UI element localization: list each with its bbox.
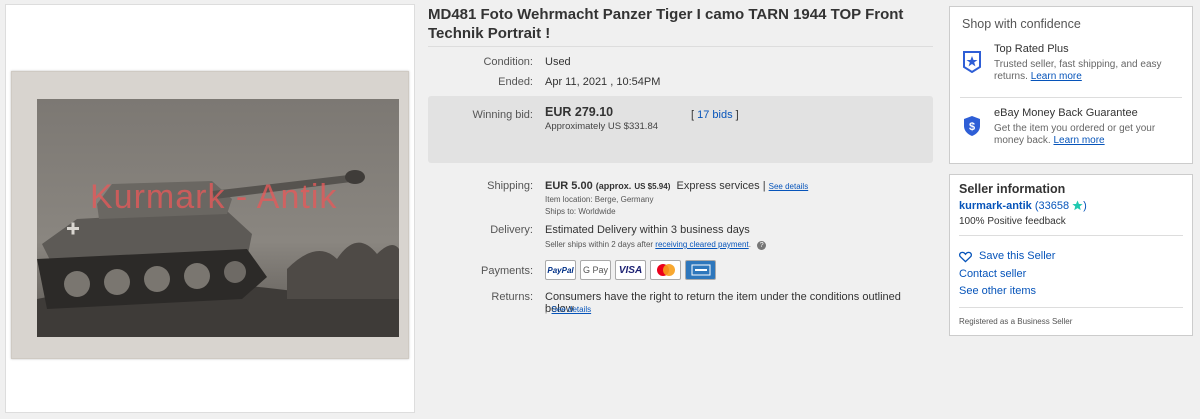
- google-pay-icon: G Pay: [580, 260, 611, 280]
- shop-divider: [960, 97, 1182, 98]
- winning-bid-value: EUR 279.10: [545, 105, 614, 119]
- amex-icon: [685, 260, 716, 280]
- help-icon[interactable]: ?: [757, 241, 767, 250]
- returns-separator: |: [545, 305, 548, 314]
- money-back-learn-more-link[interactable]: Learn more: [1053, 135, 1104, 146]
- seller-info-heading: Seller information: [959, 182, 1066, 196]
- ships-to: Ships to: Worldwide: [545, 207, 616, 216]
- money-back-shield-icon: $: [963, 115, 981, 142]
- contact-seller-link[interactable]: Contact seller: [959, 268, 1026, 280]
- winning-bid-label: Winning bid:: [472, 109, 533, 121]
- bids-link[interactable]: 17 bids: [697, 109, 732, 121]
- shop-with-confidence-panel: Shop with confidence Top Rated Plus Trus…: [949, 6, 1193, 164]
- shipping-service: Express services: [676, 180, 760, 192]
- delivery-note-end: .: [748, 240, 751, 249]
- bids-bracket-open: [: [691, 109, 695, 121]
- feedback-star-icon: [1072, 200, 1083, 214]
- seller-name-link[interactable]: kurmark-antik: [959, 200, 1032, 212]
- seller-information-panel: Seller information kurmark-antik (33658 …: [949, 174, 1193, 336]
- money-back-desc: Get the item you ordered or get your mon…: [994, 123, 1184, 147]
- ended-label: Ended:: [498, 76, 533, 88]
- photo-image: [37, 99, 399, 337]
- shipping-label: Shipping:: [487, 180, 533, 192]
- delivery-value: Estimated Delivery within 3 business day…: [545, 224, 750, 236]
- seller-score-end: ): [1083, 200, 1087, 212]
- shipping-cost: EUR 5.00: [545, 180, 593, 192]
- bids-bracket-close: ]: [735, 109, 739, 121]
- business-seller-note: Registered as a Business Seller: [959, 317, 1073, 326]
- see-other-items-link[interactable]: See other items: [959, 285, 1036, 297]
- watermark-text: Kurmark - Antik: [90, 178, 338, 216]
- payment-methods: PayPal G Pay VISA: [545, 260, 716, 280]
- seller-name-line: kurmark-antik (33658 ): [959, 200, 1087, 214]
- positive-feedback: 100% Positive feedback: [959, 216, 1066, 227]
- item-image-panel[interactable]: Kurmark - Antik: [5, 4, 415, 413]
- visa-icon: VISA: [615, 260, 646, 280]
- delivery-note-text: Seller ships within 2 days after: [545, 240, 654, 249]
- returns-see-details-link[interactable]: See details: [552, 305, 592, 314]
- mastercard-icon: [650, 260, 681, 280]
- delivery-note: Seller ships within 2 days after receivi…: [545, 240, 767, 250]
- item-photo[interactable]: Kurmark - Antik: [11, 71, 409, 359]
- money-back-title: eBay Money Back Guarantee: [994, 107, 1138, 119]
- top-rated-title: Top Rated Plus: [994, 43, 1069, 55]
- returns-value: Consumers have the right to return the i…: [545, 291, 901, 315]
- paypal-icon: PayPal: [545, 260, 576, 280]
- top-rated-badge-icon: [963, 51, 981, 78]
- shipping-line: EUR 5.00 (approx. US $5.94) Express serv…: [545, 180, 808, 192]
- svg-text:$: $: [969, 121, 975, 133]
- cleared-payment-link[interactable]: receiving cleared payment: [655, 240, 748, 249]
- shipping-approx-usd: US $5.94): [634, 182, 671, 191]
- title-divider: [428, 46, 933, 47]
- heart-icon[interactable]: [959, 250, 972, 268]
- delivery-label: Delivery:: [490, 224, 533, 236]
- item-location: Item location: Berge, Germany: [545, 195, 654, 204]
- save-seller-link[interactable]: Save this Seller: [979, 250, 1055, 262]
- shipping-approx-label: (approx.: [595, 181, 632, 191]
- winning-bid-box: [428, 96, 933, 163]
- shop-confidence-heading: Shop with confidence: [962, 17, 1081, 31]
- seller-divider-top: [959, 235, 1183, 236]
- winning-bid-approx: Approximately US $331.84: [545, 121, 659, 132]
- shipping-separator: |: [762, 180, 766, 192]
- returns-label: Returns:: [491, 291, 533, 303]
- ended-value: Apr 11, 2021 , 10:54PM: [545, 76, 661, 88]
- condition-label: Condition:: [483, 56, 533, 68]
- shipping-see-details-link[interactable]: See details: [769, 182, 809, 191]
- seller-divider-bottom: [959, 307, 1183, 308]
- top-rated-learn-more-link[interactable]: Learn more: [1031, 71, 1082, 82]
- condition-value: Used: [545, 56, 571, 68]
- payments-label: Payments:: [481, 265, 533, 277]
- top-rated-desc: Trusted seller, fast shipping, and easy …: [994, 59, 1184, 83]
- bids-count: [ 17 bids ]: [691, 109, 739, 121]
- seller-score[interactable]: (33658: [1035, 200, 1069, 212]
- listing-title: MD481 Foto Wehrmacht Panzer Tiger I camo…: [428, 6, 904, 42]
- returns-details: | See details: [545, 305, 591, 314]
